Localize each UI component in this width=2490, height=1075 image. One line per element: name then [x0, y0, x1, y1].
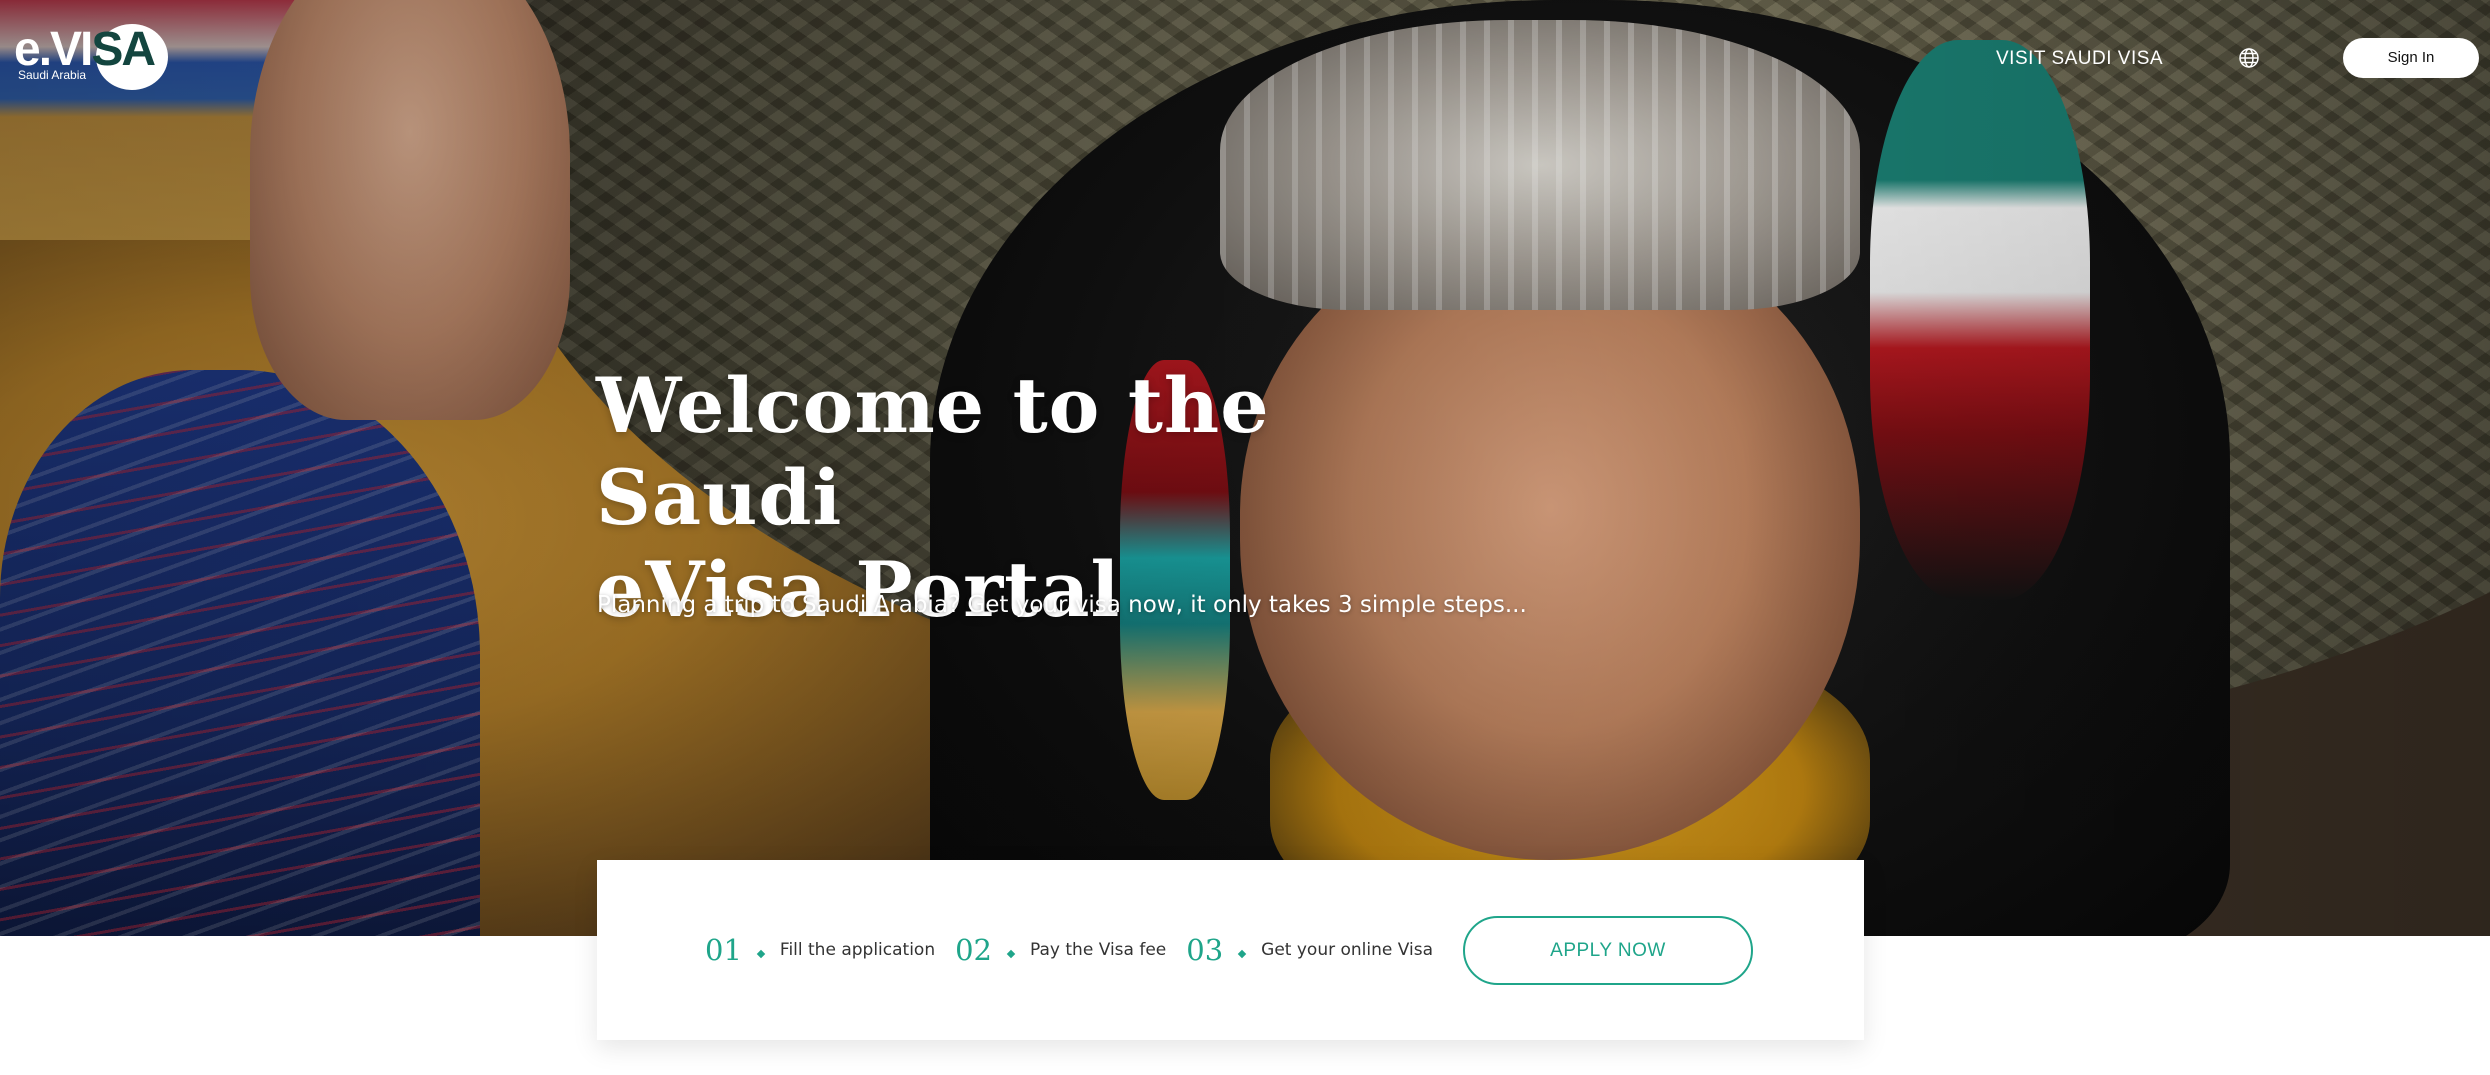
- step-label: Fill the application: [779, 940, 936, 960]
- diamond-bullet-icon: [756, 949, 766, 959]
- step-label: Get your online Visa: [1261, 940, 1433, 960]
- step-number: 02: [955, 933, 993, 967]
- step-label: Pay the Visa fee: [1030, 940, 1167, 960]
- diamond-bullet-icon: [1237, 949, 1247, 959]
- steps-card: 01 Fill the application 02 Pay the Visa …: [597, 860, 1864, 1040]
- hero-banner: e.VISA Saudi Arabia VISIT SAUDI VISA Sig…: [0, 0, 2490, 936]
- step-number: 01: [705, 933, 742, 967]
- visit-saudi-visa-link[interactable]: VISIT SAUDI VISA: [1996, 44, 2163, 74]
- step-3: 03 Get your online Visa: [1186, 928, 1433, 972]
- step-1: 01 Fill the application: [705, 928, 935, 972]
- hero-title-line1: Welcome to the Saudi: [596, 361, 1270, 542]
- step-number: 03: [1186, 933, 1224, 967]
- hero-subtitle: Planning a trip to Saudi Arabia? Get you…: [597, 592, 1527, 618]
- evisa-logo[interactable]: e.VISA Saudi Arabia: [14, 22, 168, 92]
- steps-list: 01 Fill the application 02 Pay the Visa …: [705, 928, 1453, 972]
- sign-in-button[interactable]: Sign In: [2343, 38, 2479, 78]
- step-2: 02 Pay the Visa fee: [955, 928, 1166, 972]
- globe-icon[interactable]: [2238, 47, 2260, 69]
- logo-wordmark-suffix: SA: [91, 23, 156, 76]
- diamond-bullet-icon: [1006, 949, 1016, 959]
- logo-subtitle: Saudi Arabia: [18, 68, 87, 82]
- apply-now-button[interactable]: APPLY NOW: [1463, 916, 1753, 985]
